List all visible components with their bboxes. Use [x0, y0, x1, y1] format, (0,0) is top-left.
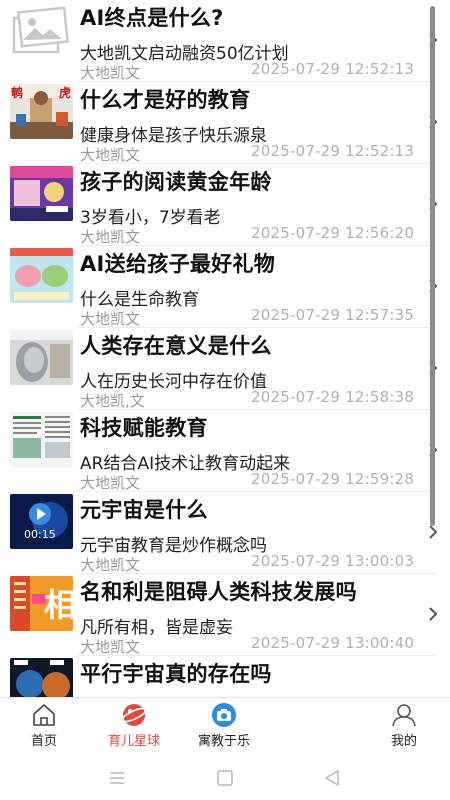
article-thumbnail: 相 — [10, 576, 73, 631]
list-item[interactable]: 相 名和利是阻碍人类科技发展吗 凡所有相，皆是虚妄 大地凯文 2025-07-2… — [0, 574, 438, 656]
tab-label: 寓教于乐 — [197, 734, 250, 749]
back-icon[interactable] — [322, 769, 342, 787]
chevron-right-icon[interactable] — [428, 524, 438, 540]
list-item[interactable]: AI送给孩子最好礼物 什么是生命教育 大地凯文 2025-07-29 12:57… — [0, 246, 438, 328]
thumb-label: 相 — [44, 586, 73, 624]
thumb-label: 虎 — [58, 86, 71, 100]
article-title[interactable]: 平行宇宙真的存在吗 — [80, 658, 272, 688]
article-thumbnail — [10, 330, 73, 385]
article-time: 2025-07-29 12:59:28 — [251, 470, 415, 488]
chevron-right-icon[interactable] — [428, 606, 438, 622]
list-item[interactable]: 人类存在意义是什么 人在历史长河中存在价值 大地凯,文 2025-07-29 1… — [0, 328, 438, 410]
article-time: 2025-07-29 13:00:03 — [251, 552, 415, 570]
article-subtitle: 3岁看小，7岁看老 — [80, 208, 221, 228]
article-subtitle: 凡所有相，皆是虚妄 — [80, 618, 233, 638]
tab-parenting-planet[interactable]: 育儿星球 — [90, 698, 178, 758]
list-item[interactable]: 00:15 元宇宙是什么 元宇宙教育是炒作概念吗 大地凯文 2025-07-29… — [0, 492, 438, 574]
article-author: 大地凯文 — [80, 638, 141, 656]
article-thumbnail — [10, 412, 73, 467]
article-thumbnail — [10, 248, 73, 303]
system-navigation-bar — [0, 757, 450, 800]
article-subtitle: 健康身体是孩子快乐源泉 — [80, 126, 267, 146]
tab-label: 首页 — [30, 734, 57, 749]
home-button-icon[interactable] — [215, 769, 235, 787]
article-title[interactable]: AI送给孩子最好礼物 — [80, 248, 275, 278]
list-item[interactable]: 科技赋能教育 AR结合AI技术让教育动起来 大地凯文 2025-07-29 12… — [0, 410, 438, 492]
article-subtitle: 元宇宙教育是炒作概念吗 — [80, 536, 267, 556]
article-title[interactable]: AI终点是什么? — [80, 2, 224, 32]
article-title[interactable]: 科技赋能教育 — [80, 412, 208, 442]
list-item[interactable]: 鹌 虎 什么才是好的教育 健康身体是孩子快乐源泉 大地凯文 2025-07-29… — [0, 82, 438, 164]
article-thumbnail — [10, 166, 73, 221]
article-time: 2025-07-29 13:00:40 — [251, 634, 415, 652]
list-item[interactable]: 孩子的阅读黄金年龄 3岁看小，7岁看老 大地凯文 2025-07-29 12:5… — [0, 164, 438, 246]
article-time: 2025-07-29 12:56:20 — [251, 224, 415, 242]
article-author: 大地凯文 — [80, 146, 141, 164]
user-icon — [392, 704, 416, 727]
article-time: 2025-07-29 12:58:38 — [251, 388, 415, 406]
tab-label: 育儿星球 — [107, 734, 160, 749]
article-time: 2025-07-29 12:52:13 — [251, 142, 415, 160]
scrollbar[interactable] — [430, 6, 435, 526]
article-author: 大地凯文 — [80, 556, 141, 574]
article-title[interactable]: 孩子的阅读黄金年龄 — [80, 166, 272, 196]
article-author: 大地凯文 — [80, 310, 141, 328]
article-thumbnail: 鹌 虎 — [10, 84, 73, 139]
menu-icon[interactable] — [107, 769, 127, 787]
article-title[interactable]: 人类存在意义是什么 — [80, 330, 272, 360]
article-feed[interactable]: AI终点是什么? 大地凯文启动融资50亿计划 大地凯文 2025-07-29 1… — [0, 0, 450, 697]
article-thumbnail — [10, 658, 73, 697]
article-author: 大地凯文 — [80, 228, 141, 246]
bottom-tab-bar: 首页 育儿星球 寓教于乐 我的 — [0, 697, 450, 757]
thumb-label: 鹌 — [11, 86, 24, 100]
video-thumbnail[interactable]: 00:15 — [10, 494, 73, 549]
article-subtitle: 什么是生命教育 — [80, 290, 199, 310]
planet-icon — [121, 704, 147, 726]
tab-label: 我的 — [390, 734, 417, 749]
tab-mine[interactable]: 我的 — [360, 698, 448, 758]
list-item[interactable]: 平行宇宙真的存在吗 — [0, 656, 436, 697]
article-subtitle: 人在历史长河中存在价值 — [80, 372, 267, 392]
article-title[interactable]: 元宇宙是什么 — [80, 494, 208, 524]
article-author: 大地凯文 — [80, 474, 141, 492]
article-time: 2025-07-29 12:52:13 — [251, 60, 415, 78]
tab-home[interactable]: 首页 — [0, 698, 88, 758]
tab-edutainment[interactable]: 寓教于乐 — [180, 698, 268, 758]
article-time: 2025-07-29 12:57:35 — [251, 306, 415, 324]
article-author: 大地凯,文 — [80, 392, 145, 410]
article-title[interactable]: 名和利是阻碍人类科技发展吗 — [80, 576, 357, 606]
list-item[interactable]: AI终点是什么? 大地凯文启动融资50亿计划 大地凯文 2025-07-29 1… — [0, 0, 438, 82]
home-icon — [33, 704, 55, 726]
article-author: 大地凯文 — [80, 64, 141, 82]
article-title[interactable]: 什么才是好的教育 — [80, 84, 250, 114]
video-duration: 00:15 — [24, 528, 56, 541]
image-placeholder-icon — [10, 4, 73, 59]
camera-icon — [212, 703, 236, 727]
